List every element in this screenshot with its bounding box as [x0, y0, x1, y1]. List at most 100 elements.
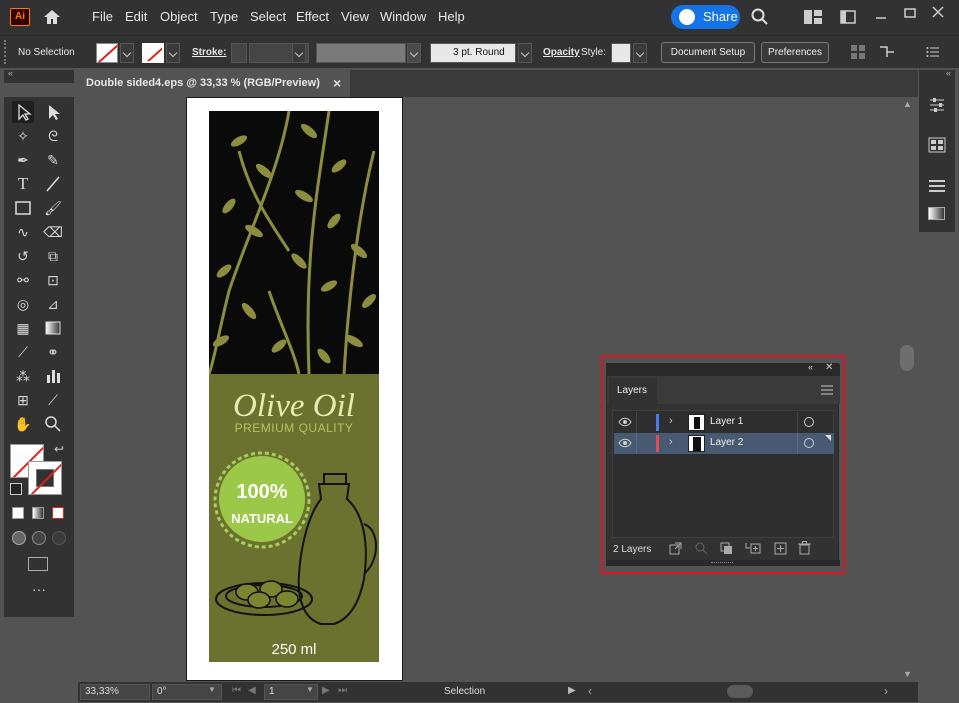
new-sublayer-icon[interactable]	[745, 542, 761, 555]
layer-row-1[interactable]: › Layer 1	[614, 412, 834, 433]
preferences-button[interactable]: Preferences	[761, 42, 829, 63]
new-layer-icon[interactable]	[774, 542, 787, 555]
locate-object-icon[interactable]	[669, 542, 682, 555]
search-layer-icon[interactable]	[695, 542, 708, 555]
target-icon[interactable]	[804, 417, 814, 427]
layers-tab[interactable]: Layers	[609, 378, 657, 404]
stroke-weight-dropdown[interactable]	[292, 43, 306, 63]
horizontal-scroll-thumb[interactable]	[727, 685, 753, 698]
free-transform-icon[interactable]: ⊡	[42, 269, 64, 291]
draw-behind-icon[interactable]	[32, 531, 46, 545]
hand-tool-icon[interactable]: ✋	[12, 413, 34, 435]
prev-artboard-icon[interactable]: ◀	[248, 685, 256, 696]
lasso-icon[interactable]: ᘓ	[42, 125, 64, 147]
transform-icon[interactable]	[878, 45, 896, 59]
clipping-mask-icon[interactable]	[720, 542, 733, 555]
menu-file[interactable]: File	[92, 9, 113, 24]
home-icon[interactable]	[42, 8, 62, 26]
menu-help[interactable]: Help	[438, 9, 465, 24]
properties-icon[interactable]	[928, 96, 946, 114]
draw-normal-icon[interactable]	[12, 531, 26, 545]
fill-dropdown[interactable]	[120, 43, 134, 63]
scroll-right-icon[interactable]: ›	[884, 684, 888, 698]
gradient-tool-icon[interactable]	[42, 317, 64, 339]
style-swatch[interactable]	[611, 43, 631, 63]
direct-selection-tool-icon[interactable]	[42, 101, 64, 123]
blend-tool-icon[interactable]: ⚭	[42, 341, 64, 363]
paintbrush-icon[interactable]: 🖌	[42, 197, 64, 219]
mesh-tool-icon[interactable]: ▦	[12, 317, 34, 339]
close-tab-icon[interactable]: ×	[333, 70, 341, 97]
share-button[interactable]: Share	[671, 5, 740, 29]
artboard-tool-icon[interactable]: ⊞	[12, 389, 34, 411]
screen-mode-icon[interactable]	[28, 557, 48, 571]
graph-tool-icon[interactable]	[42, 365, 64, 387]
curvature-tool-icon[interactable]: ✎	[42, 149, 64, 171]
scroll-down-icon[interactable]: ▼	[903, 669, 912, 679]
libraries-icon[interactable]	[928, 137, 946, 153]
color-mode-icon[interactable]	[12, 507, 24, 519]
eye-icon[interactable]	[618, 416, 632, 428]
shape-builder-icon[interactable]: ◎	[12, 293, 34, 315]
document-tab[interactable]: Double sided4.eps @ 33,33 % (RGB/Preview…	[78, 70, 350, 97]
vertical-scroll-thumb[interactable]	[900, 345, 914, 371]
next-artboard-icon[interactable]: ▶	[322, 685, 330, 696]
trash-icon[interactable]	[798, 541, 811, 555]
stroke-label[interactable]: Stroke:	[192, 47, 226, 58]
stroke-stepper[interactable]	[231, 43, 247, 63]
brush-dropdown[interactable]	[518, 43, 532, 63]
stroke-color-swatch[interactable]	[28, 461, 62, 495]
menu-view[interactable]: View	[341, 9, 369, 24]
target-icon[interactable]	[804, 438, 814, 448]
eraser-icon[interactable]: ⌫	[42, 221, 64, 243]
rotation-dropdown-icon[interactable]: ▼	[208, 685, 216, 694]
menu-edit[interactable]: Edit	[125, 9, 147, 24]
magic-wand-icon[interactable]: ✧	[12, 125, 34, 147]
none-mode-icon[interactable]	[52, 507, 64, 519]
menu-object[interactable]: Object	[160, 9, 198, 24]
layer-name[interactable]: Layer 2	[710, 437, 743, 448]
opacity-label[interactable]: Opacity	[543, 47, 580, 58]
collapse-panel-icon[interactable]: «	[808, 362, 813, 372]
resize-grip[interactable]	[607, 560, 840, 566]
minimize-icon[interactable]	[874, 10, 888, 24]
zoom-field[interactable]: 33,33%	[80, 684, 150, 700]
layer-row-2[interactable]: › Layer 2	[614, 433, 834, 454]
first-artboard-icon[interactable]: ⏮	[232, 685, 241, 696]
style-dropdown[interactable]	[633, 43, 647, 63]
document-setup-button[interactable]: Document Setup	[661, 42, 755, 63]
scroll-up-icon[interactable]: ▲	[903, 99, 912, 109]
menu-type[interactable]: Type	[210, 9, 238, 24]
symbol-sprayer-icon[interactable]: ⁂	[12, 365, 34, 387]
shaper-tool-icon[interactable]: ∿	[12, 221, 34, 243]
close-panel-icon[interactable]: ✕	[825, 362, 833, 373]
menu-effect[interactable]: Effect	[296, 9, 329, 24]
profile-dropdown[interactable]	[407, 43, 421, 63]
arrange-icon[interactable]	[804, 10, 822, 24]
layers-dock-icon[interactable]	[928, 178, 946, 194]
rotate-tool-icon[interactable]: ↺	[12, 245, 34, 267]
draw-inside-icon[interactable]	[52, 531, 66, 545]
menu-select[interactable]: Select	[250, 9, 286, 24]
line-tool-icon[interactable]	[42, 173, 64, 195]
zoom-tool-icon[interactable]	[42, 413, 64, 435]
fill-swatch[interactable]	[96, 43, 118, 63]
status-menu-icon[interactable]: ▶	[568, 685, 576, 696]
vertical-scrollbar[interactable]: ▲ ▼	[897, 97, 918, 682]
align-icon[interactable]	[851, 45, 865, 59]
menu-window[interactable]: Window	[380, 9, 426, 24]
toolbar-collapse-strip[interactable]: «	[4, 68, 74, 83]
brush-definition[interactable]: 3 pt. Round	[430, 43, 516, 63]
maximize-icon[interactable]	[903, 7, 917, 21]
panel-menu-icon[interactable]	[926, 45, 940, 59]
scale-tool-icon[interactable]: ⧉	[42, 245, 64, 267]
search-icon[interactable]	[751, 8, 769, 26]
eye-icon[interactable]	[618, 437, 632, 449]
selection-tool-icon[interactable]	[12, 101, 34, 123]
close-icon[interactable]	[931, 5, 945, 19]
more-tools-icon[interactable]: ···	[32, 581, 46, 597]
gradient-mode-icon[interactable]	[32, 507, 44, 519]
width-tool-icon[interactable]: ⚯	[12, 269, 34, 291]
variable-width-profile[interactable]	[316, 43, 406, 63]
chevron-icon[interactable]: ›	[669, 415, 673, 427]
